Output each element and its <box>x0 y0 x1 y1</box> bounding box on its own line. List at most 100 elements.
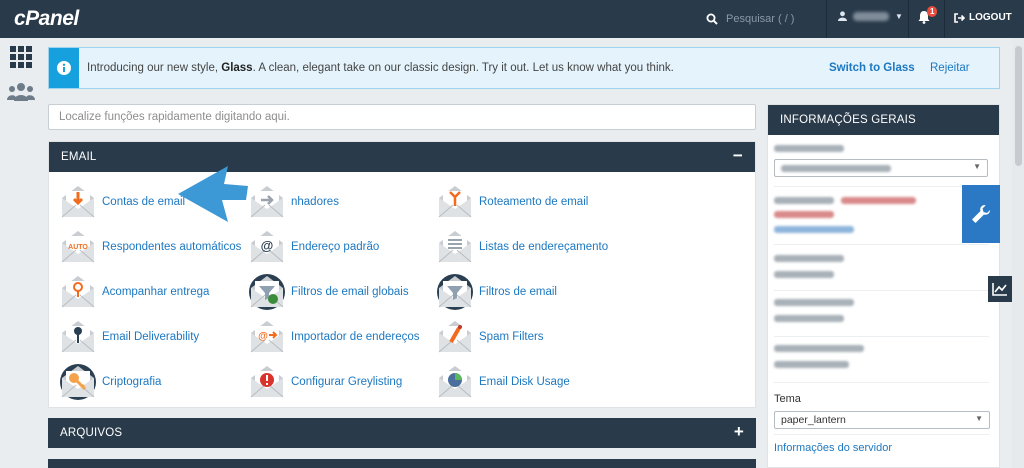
email-tool-greylisting[interactable]: Configurar Greylisting <box>248 363 438 401</box>
page-scrollbar[interactable] <box>1012 38 1024 468</box>
address-importer-icon[interactable]: @ <box>248 318 286 356</box>
email-tool-email-routing[interactable]: Roteamento de email <box>436 183 626 221</box>
email-tool-label[interactable]: Respondentes automáticos <box>102 241 241 253</box>
email-routing-icon[interactable] <box>436 183 474 221</box>
apps-grid-icon[interactable] <box>10 46 32 71</box>
default-address-icon[interactable]: @ <box>248 228 286 266</box>
home-dir-row <box>774 295 989 337</box>
redacted-link[interactable] <box>774 226 854 233</box>
section-title: ARQUIVOS <box>60 427 123 439</box>
svg-text:@: @ <box>261 238 274 253</box>
email-tool-email-filters[interactable]: Filtros de email <box>436 273 626 311</box>
caret-down-icon: ▼ <box>973 162 981 171</box>
spam-filters-icon[interactable] <box>436 318 474 356</box>
email-filters-icon[interactable] <box>436 273 474 311</box>
users-icon[interactable] <box>7 82 35 105</box>
user-menu[interactable]: ▼ <box>838 11 903 21</box>
theme-select-value: paper_lantern <box>781 414 846 426</box>
logout-button[interactable]: LOGOUT <box>954 12 1012 23</box>
statistics-tab[interactable] <box>988 276 1012 302</box>
divider <box>774 434 989 435</box>
caret-down-icon: ▼ <box>895 11 903 21</box>
theme-select[interactable]: paper_lantern ▼ <box>774 411 990 429</box>
notice-icon-bar <box>49 48 79 88</box>
search-placeholder[interactable]: Pesquisar ( / ) <box>726 13 794 25</box>
section-title: EMAIL <box>61 151 97 163</box>
general-info-title: INFORMAÇÕES GERAIS <box>768 105 999 135</box>
reject-link[interactable]: Rejeitar <box>930 62 970 74</box>
cpanel-logo[interactable]: cPanel <box>14 7 79 31</box>
email-tool-label[interactable]: Spam Filters <box>479 331 544 343</box>
wrench-icon <box>972 205 990 223</box>
notice-text: Introducing our new style, Glass. A clea… <box>87 62 674 74</box>
email-tool-address-importer[interactable]: @ Importador de endereços <box>248 318 438 356</box>
logout-icon <box>954 12 965 23</box>
info-icon <box>57 61 71 75</box>
redacted-text <box>774 197 834 204</box>
redacted-text <box>774 271 834 278</box>
redacted-text <box>774 299 854 306</box>
email-tool-mailing-lists[interactable]: Listas de endereçamento <box>436 228 626 266</box>
forwarders-icon[interactable] <box>248 183 286 221</box>
email-tool-label[interactable]: Acompanhar entrega <box>102 286 209 298</box>
search-box[interactable]: Pesquisar ( / ) <box>706 9 816 29</box>
server-info-link[interactable]: Informações do servidor <box>774 442 892 454</box>
redacted-text <box>774 211 834 218</box>
switch-to-glass-link[interactable]: Switch to Glass <box>829 62 915 74</box>
email-tool-forwarders[interactable]: nhadores <box>248 183 438 221</box>
current-user-row: ▼ <box>774 141 989 187</box>
email-tool-label[interactable]: Email Deliverability <box>102 331 199 343</box>
last-login-row <box>774 341 989 383</box>
email-tool-default-address[interactable]: @ Endereço padrão <box>248 228 438 266</box>
email-tool-label[interactable]: nhadores <box>291 196 339 208</box>
next-section-header[interactable] <box>48 459 756 468</box>
username <box>853 11 889 21</box>
email-tool-global-filters[interactable]: Filtros de email globais <box>248 273 438 311</box>
notification-badge: 1 <box>927 6 938 17</box>
redacted-text <box>781 165 891 172</box>
email-tool-label[interactable]: Criptografia <box>102 376 161 388</box>
disk-usage-icon[interactable] <box>436 363 474 401</box>
email-tool-spam-filters[interactable]: Spam Filters <box>436 318 626 356</box>
redacted-text <box>774 255 844 262</box>
divider <box>826 0 827 38</box>
mailing-lists-icon[interactable] <box>436 228 474 266</box>
expand-icon[interactable]: + <box>734 422 744 442</box>
global-filters-icon[interactable] <box>248 273 286 311</box>
glass-notice-banner: Introducing our new style, Glass. A clea… <box>48 47 1000 89</box>
shared-ip-row <box>774 251 989 291</box>
encryption-icon[interactable] <box>59 363 97 401</box>
autoresponders-icon[interactable]: AUTO <box>59 228 97 266</box>
email-tool-label[interactable]: Email Disk Usage <box>479 376 570 388</box>
account-select[interactable]: ▼ <box>774 159 988 177</box>
scrollbar-thumb[interactable] <box>1015 46 1022 166</box>
quick-find-input[interactable]: Localize funções rapidamente digitando a… <box>48 104 756 130</box>
email-tool-disk-usage[interactable]: Email Disk Usage <box>436 363 626 401</box>
redacted-text <box>774 361 849 368</box>
general-info-panel: INFORMAÇÕES GERAIS ▼ Tema paper_lantern … <box>767 104 1000 468</box>
caret-down-icon: ▼ <box>975 414 983 423</box>
email-tool-track-delivery[interactable]: Acompanhar entrega <box>59 273 249 311</box>
email-tool-label[interactable]: Filtros de email globais <box>291 286 409 298</box>
tools-tab[interactable] <box>962 185 1000 243</box>
files-section-header[interactable]: ARQUIVOS + <box>48 418 756 448</box>
email-accounts-icon[interactable] <box>59 183 97 221</box>
email-tool-label[interactable]: Endereço padrão <box>291 241 379 253</box>
collapse-icon[interactable]: − <box>733 146 743 166</box>
email-tool-label[interactable]: Configurar Greylisting <box>291 376 402 388</box>
email-tool-label[interactable]: Listas de endereçamento <box>479 241 608 253</box>
deliverability-icon[interactable] <box>59 318 97 356</box>
email-tool-label[interactable]: Importador de endereços <box>291 331 420 343</box>
search-icon <box>706 13 718 25</box>
email-section-header[interactable]: EMAIL − <box>49 142 755 172</box>
greylisting-icon[interactable] <box>248 363 286 401</box>
email-tool-label[interactable]: Roteamento de email <box>479 196 588 208</box>
files-section: ARQUIVOS + <box>48 418 756 448</box>
email-tool-label[interactable]: Filtros de email <box>479 286 557 298</box>
svg-text:@: @ <box>258 331 268 342</box>
track-delivery-icon[interactable] <box>59 273 97 311</box>
left-nav <box>0 38 42 468</box>
email-tool-deliverability[interactable]: Email Deliverability <box>59 318 249 356</box>
redacted-text <box>774 145 844 152</box>
email-tool-encryption[interactable]: Criptografia <box>59 363 249 401</box>
